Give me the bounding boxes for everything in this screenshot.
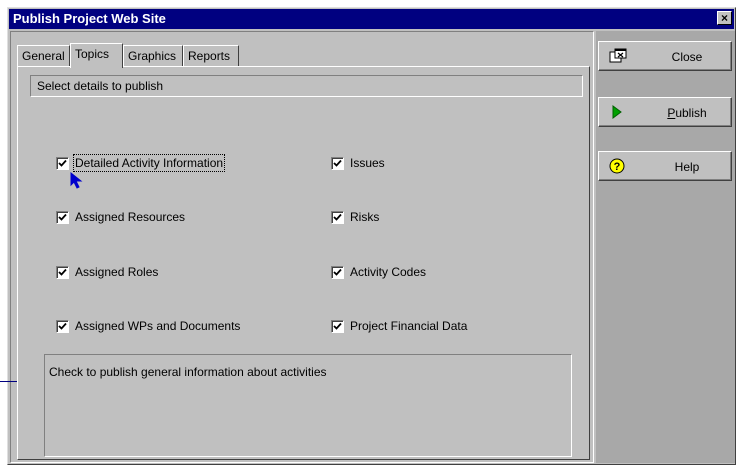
close-button[interactable]: Close [598, 41, 732, 71]
checkbox-assigned-roles[interactable]: Assigned Roles [56, 264, 158, 280]
checkbox-label: Assigned Resources [75, 210, 186, 224]
help-button-label: Help [674, 160, 700, 174]
close-button-label: Close [671, 50, 703, 64]
tab-general[interactable]: General [17, 45, 70, 66]
tab-topics[interactable]: Topics [70, 43, 123, 68]
checkbox-label: Activity Codes [350, 265, 427, 279]
checkbox-box[interactable] [56, 156, 69, 170]
checkbox-box[interactable] [331, 265, 344, 279]
window-title: Publish Project Web Site [13, 11, 166, 26]
play-arrow-icon [612, 105, 622, 119]
tab-reports[interactable]: Reports [183, 45, 239, 66]
close-window-icon [609, 48, 627, 63]
checkbox-detailed-activity-information[interactable]: Detailed Activity Information [56, 154, 226, 172]
checkbox-risks[interactable]: Risks [331, 209, 379, 225]
publish-button[interactable]: Publish [598, 97, 732, 127]
button-sidebar: Close Publish ? Help [596, 31, 735, 463]
checkbox-box[interactable] [56, 210, 69, 224]
checkbox-project-financial-data[interactable]: Project Financial Data [331, 318, 467, 334]
title-close-button[interactable]: × [717, 11, 732, 25]
checkbox-assigned-resources[interactable]: Assigned Resources [56, 209, 185, 225]
help-button[interactable]: ? Help [598, 151, 732, 181]
title-bar: Publish Project Web Site × [9, 9, 734, 29]
mouse-pointer-icon [70, 171, 83, 189]
checkbox-assigned-wps-and-documents[interactable]: Assigned WPs and Documents [56, 318, 240, 334]
checkbox-label: Assigned Roles [75, 265, 159, 279]
tab-graphics[interactable]: Graphics [123, 45, 183, 66]
description-text: Check to publish general information abo… [49, 365, 327, 379]
checkbox-issues[interactable]: Issues [331, 155, 385, 171]
description-box: Check to publish general information abo… [44, 354, 572, 457]
checkbox-label: Assigned WPs and Documents [75, 319, 241, 333]
checkbox-box[interactable] [56, 265, 69, 279]
checkbox-label: Issues [350, 156, 385, 170]
topics-tab-panel: Select details to publish Detailed Activ… [17, 66, 590, 460]
checkbox-box[interactable] [56, 319, 69, 333]
publish-project-dialog: Publish Project Web Site × General Topic… [7, 7, 736, 465]
checkbox-activity-codes[interactable]: Activity Codes [331, 264, 426, 280]
checkbox-label: Project Financial Data [350, 319, 468, 333]
dialog-content: General Topics Graphics Reports Select d… [10, 31, 594, 463]
checkbox-box[interactable] [331, 210, 344, 224]
group-header: Select details to publish [30, 75, 583, 97]
publish-button-label: Publish [667, 106, 707, 120]
checkbox-label: Risks [350, 210, 380, 224]
checkbox-box[interactable] [331, 319, 344, 333]
checkbox-label: Detailed Activity Information [72, 154, 226, 172]
svg-text:?: ? [614, 161, 621, 173]
question-mark-icon: ? [609, 158, 625, 174]
checkbox-box[interactable] [331, 156, 344, 170]
